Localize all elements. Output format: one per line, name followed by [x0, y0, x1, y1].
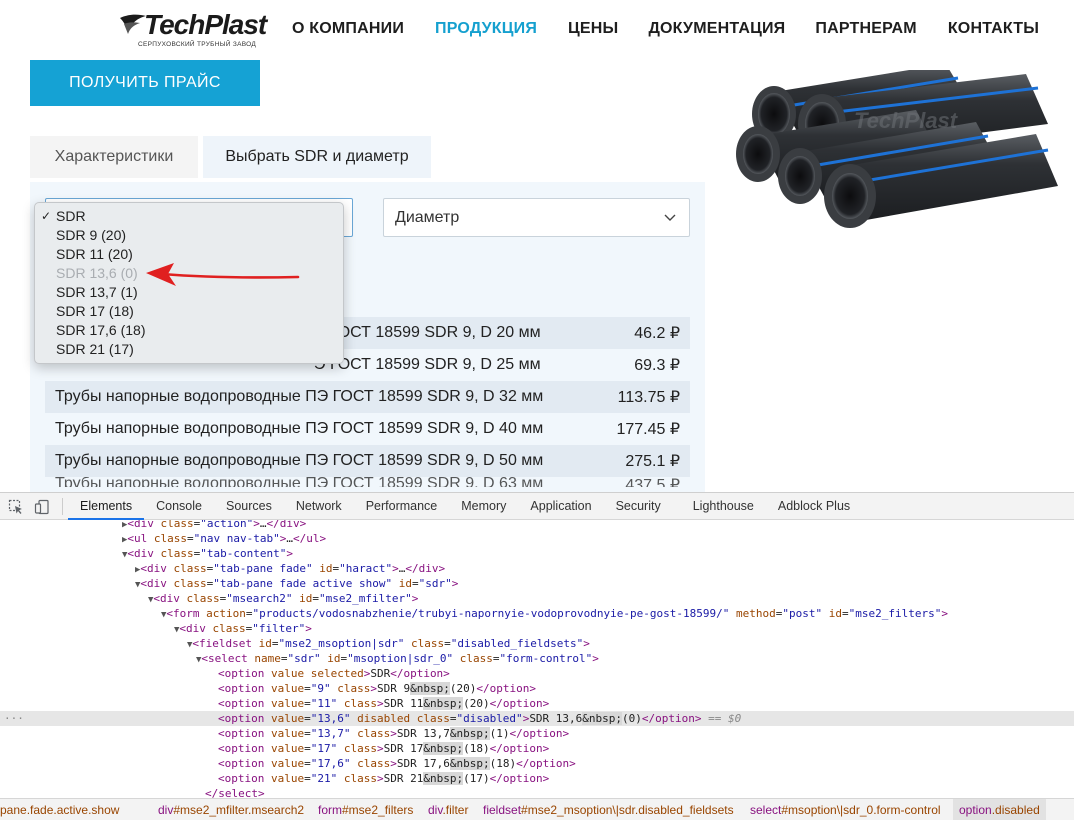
dom-node[interactable]: <option value="9" class>SDR 9&nbsp;(20)<… [218, 681, 536, 696]
nav-partners[interactable]: ПАРТНЕРАМ [815, 20, 916, 38]
price-row[interactable]: Трубы напорные водопроводные ПЭ ГОСТ 185… [45, 477, 690, 487]
nav-prices[interactable]: ЦЕНЫ [568, 20, 618, 38]
price-row-price: 177.45 ₽ [616, 421, 680, 438]
diameter-select-label: Диаметр [395, 208, 460, 226]
dom-node[interactable]: <option value="21" class>SDR 21&nbsp;(17… [218, 771, 549, 786]
tab-characteristics[interactable]: Характеристики [30, 136, 198, 178]
site-header: TechPlast СЕРПУХОВСКИЙ ТРУБНЫЙ ЗАВОД О К… [0, 0, 1074, 60]
dom-node[interactable]: </select> [205, 786, 265, 798]
breadcrumb-item[interactable]: select#msoption\|sdr_0.form-control [750, 799, 941, 820]
price-row-price: 46.2 ₽ [634, 325, 680, 342]
sdr-option[interactable]: SDR 17,6 (18) [35, 321, 343, 340]
devtools-breadcrumb: pane.fade.active.show div#mse2_mfilter.m… [0, 798, 1074, 820]
dom-node-selected[interactable]: ··· <option value="13,6" disabled class="… [0, 711, 1074, 726]
sdr-option[interactable]: SDR 17 (18) [35, 302, 343, 321]
dom-node[interactable]: ▶<ul class="nav nav-tab">…</ul> [122, 531, 326, 546]
tab-select-sdr-diameter[interactable]: Выбрать SDR и диаметр [203, 136, 431, 178]
dom-node[interactable]: ▶<div class="action">…</div> [122, 520, 306, 531]
toolbar-divider [62, 498, 63, 515]
tab-lighthouse[interactable]: Lighthouse [673, 493, 766, 520]
devtools-panel: Elements Console Sources Network Perform… [0, 492, 1074, 820]
price-row-name: Трубы напорные водопроводные ПЭ ГОСТ 185… [55, 477, 544, 487]
get-price-button[interactable]: ПОЛУЧИТЬ ПРАЙС [30, 60, 260, 106]
device-toolbar-icon[interactable] [34, 499, 50, 515]
sdr-option-label: SDR 17 (18) [56, 303, 134, 319]
techplast-logo[interactable]: TechPlast СЕРПУХОВСКИЙ ТРУБНЫЙ ЗАВОД [118, 10, 267, 50]
price-row-name: Э ГОСТ 18599 SDR 9, D 25 мм [314, 356, 541, 373]
dom-node[interactable]: ▼<div class="tab-content"> [122, 546, 293, 561]
dom-node[interactable]: ▼<fieldset id="mse2_msoption|sdr" class=… [187, 636, 590, 651]
nav-documentation[interactable]: ДОКУМЕНТАЦИЯ [648, 20, 785, 38]
breadcrumb-item[interactable]: fieldset#mse2_msoption\|sdr.disabled_fie… [483, 799, 734, 820]
sdr-option-label: SDR 11 (20) [56, 246, 133, 262]
price-row[interactable]: Трубы напорные водопроводные ПЭ ГОСТ 185… [45, 381, 690, 413]
dom-node[interactable]: <option value="13,7" class>SDR 13,7&nbsp… [218, 726, 569, 741]
logo-text: TechPlast [144, 9, 267, 40]
main-nav: О КОМПАНИИ ПРОДУКЦИЯ ЦЕНЫ ДОКУМЕНТАЦИЯ П… [292, 20, 1039, 38]
dom-node[interactable]: ▼<div class="tab-pane fade active show" … [135, 576, 458, 591]
price-row-name: Трубы напорные водопроводные ПЭ ГОСТ 185… [55, 420, 544, 437]
dom-node[interactable]: <option value="17,6" class>SDR 17,6&nbsp… [218, 756, 576, 771]
devtools-toolbar: Elements Console Sources Network Perform… [0, 493, 1074, 520]
dom-node[interactable]: ▼<select name="sdr" id="msoption|sdr_0" … [196, 651, 599, 666]
logo-subtitle: СЕРПУХОВСКИЙ ТРУБНЫЙ ЗАВОД [138, 41, 257, 48]
breadcrumb-item[interactable]: div#mse2_mfilter.msearch2 [158, 799, 304, 820]
dom-node[interactable]: <option value selected>SDR</option> [218, 666, 450, 681]
pipe-watermark-logo: TechPlast [854, 108, 959, 133]
breadcrumb-item[interactable]: pane.fade.active.show [0, 799, 119, 820]
devtools-tabs: Elements Console Sources Network Perform… [68, 493, 862, 520]
chevron-down-icon [664, 214, 676, 221]
sdr-option-label: SDR 13,7 (1) [56, 284, 138, 300]
diameter-select[interactable]: Диаметр [383, 198, 690, 237]
sdr-option-label: SDR 21 (17) [56, 341, 134, 357]
dom-node[interactable]: <option value="17" class>SDR 17&nbsp;(18… [218, 741, 549, 756]
tab-memory[interactable]: Memory [449, 493, 518, 520]
price-row-name: Трубы напорные водопроводные ПЭ ГОСТ 185… [55, 388, 544, 405]
price-row-name: Трубы напорные водопроводные ПЭ ГОСТ 185… [55, 452, 544, 469]
tab-performance[interactable]: Performance [354, 493, 450, 520]
tab-security[interactable]: Security [604, 493, 673, 520]
dom-node[interactable]: ▼<div class="filter"> [174, 621, 312, 636]
sdr-option[interactable]: SDR 21 (17) [35, 340, 343, 359]
tab-sources[interactable]: Sources [214, 493, 284, 520]
tab-application[interactable]: Application [518, 493, 603, 520]
price-row-price: 437.5 ₽ [625, 477, 680, 487]
sdr-option[interactable]: SDR 9 (20) [35, 226, 343, 245]
nav-products[interactable]: ПРОДУКЦИЯ [435, 20, 537, 38]
price-row[interactable]: Трубы напорные водопроводные ПЭ ГОСТ 185… [45, 445, 690, 477]
sdr-option-label: SDR [56, 208, 86, 224]
dom-node[interactable]: ▼<div class="msearch2" id="mse2_mfilter"… [148, 591, 418, 606]
price-row-price: 69.3 ₽ [634, 357, 680, 374]
price-row-price: 275.1 ₽ [625, 453, 680, 470]
dom-node[interactable]: ▶<div class="tab-pane fade" id="haract">… [135, 561, 445, 576]
dom-tree[interactable]: ▶<div class="action">…</div> ▶<ul class=… [0, 520, 1074, 798]
checkmark-icon: ✓ [41, 209, 52, 223]
dom-node[interactable]: ▼<form action="products/vodosnabzhenie/t… [161, 606, 948, 621]
red-arrow-annotation-icon [146, 263, 300, 286]
sdr-option-label: SDR 17,6 (18) [56, 322, 146, 338]
inspect-element-icon[interactable] [8, 499, 24, 515]
tab-console[interactable]: Console [144, 493, 214, 520]
nav-about[interactable]: О КОМПАНИИ [292, 20, 404, 38]
tab-network[interactable]: Network [284, 493, 354, 520]
tab-adblock-plus[interactable]: Adblock Plus [766, 493, 862, 520]
price-row-name: Э ГОСТ 18599 SDR 9, D 20 мм [314, 324, 541, 341]
nav-contacts[interactable]: КОНТАКТЫ [948, 20, 1039, 38]
sdr-option-label: SDR 9 (20) [56, 227, 127, 243]
price-row-price: 113.75 ₽ [617, 389, 680, 406]
selected-node-marker: == $0 [708, 712, 742, 725]
pipes-product-image: TechPlast [736, 70, 1058, 228]
dom-node[interactable]: <option value="11" class>SDR 11&nbsp;(20… [218, 696, 549, 711]
sdr-option[interactable]: ✓ SDR [35, 207, 343, 226]
breadcrumb-item-current[interactable]: option.disabled [953, 799, 1046, 820]
breadcrumb-item[interactable]: form#mse2_filters [318, 799, 413, 820]
price-row[interactable]: Трубы напорные водопроводные ПЭ ГОСТ 185… [45, 413, 690, 445]
sdr-option-label: SDR 13,6 (0) [56, 265, 138, 281]
more-options-icon[interactable]: ··· [4, 711, 24, 726]
tab-elements[interactable]: Elements [68, 493, 145, 520]
breadcrumb-item[interactable]: div.filter [428, 799, 468, 820]
